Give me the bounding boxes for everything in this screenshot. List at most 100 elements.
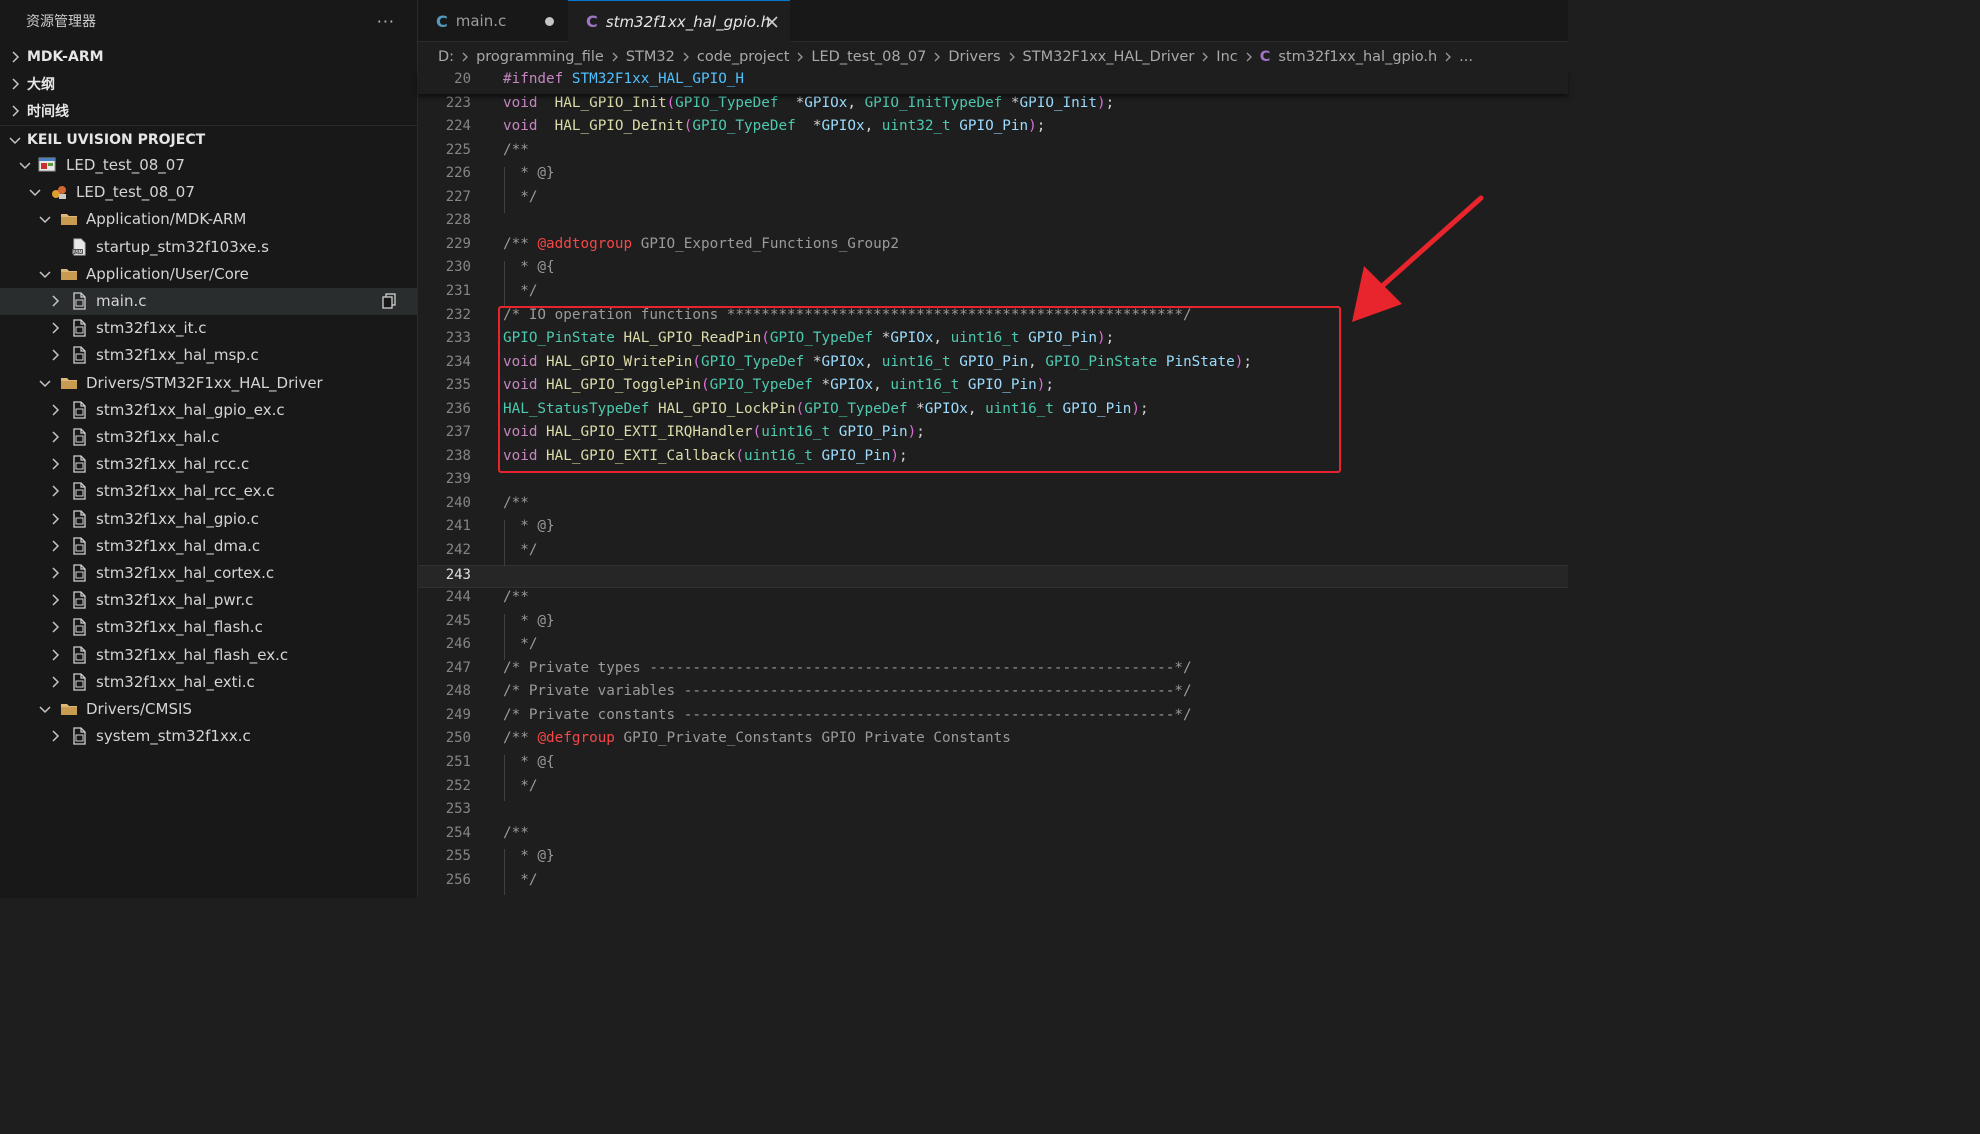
code-line[interactable]: 247 /* Private types --------------------… xyxy=(418,659,1568,683)
chevron-right-icon[interactable] xyxy=(8,104,22,118)
sticky-scroll-line[interactable]: 20 #ifndef STM32F1xx_HAL_GPIO_H xyxy=(418,70,1568,94)
code-line[interactable]: 251 * @{ xyxy=(418,753,1568,777)
chevron-right-icon[interactable] xyxy=(48,294,62,308)
tree-item[interactable]: stm32f1xx_hal_flash.c xyxy=(0,614,417,641)
chevron-right-icon[interactable] xyxy=(48,593,62,607)
breadcrumb-item[interactable]: programming_file xyxy=(476,49,604,65)
tree-item[interactable]: stm32f1xx_hal_msp.c xyxy=(0,342,417,369)
breadcrumb-more[interactable]: ... xyxy=(1459,49,1473,65)
tree-item[interactable]: stm32f1xx_hal_pwr.c xyxy=(0,587,417,614)
code-line[interactable]: 236 HAL_StatusTypeDef HAL_GPIO_LockPin(GP… xyxy=(418,400,1568,424)
code-line[interactable]: 226 * @} xyxy=(418,164,1568,188)
section-header[interactable]: 时间线 xyxy=(0,97,417,124)
chevron-right-icon[interactable] xyxy=(48,430,62,444)
chevron-right-icon[interactable] xyxy=(48,484,62,498)
close-icon[interactable] xyxy=(764,14,780,30)
tree-item[interactable]: stm32f1xx_hal_gpio.c xyxy=(0,506,417,533)
tab-main-c[interactable]: C main.c xyxy=(418,0,568,42)
chevron-down-icon[interactable] xyxy=(38,702,52,716)
code-line[interactable]: 234 void HAL_GPIO_WritePin(GPIO_TypeDef *… xyxy=(418,353,1568,377)
code-line[interactable]: 246 */ xyxy=(418,635,1568,659)
chevron-down-icon[interactable] xyxy=(38,267,52,281)
tree-item[interactable]: LED_test_08_07 xyxy=(0,152,417,179)
tab-stm32f1xx-hal-gpio-h[interactable]: C stm32f1xx_hal_gpio.h xyxy=(568,0,790,42)
code-token: GPIOx xyxy=(924,400,968,417)
more-actions-button[interactable]: ··· xyxy=(377,12,395,31)
code-line[interactable]: 249 /* Private constants ----------------… xyxy=(418,706,1568,730)
code-line[interactable]: 243 xyxy=(418,564,1568,589)
code-line[interactable]: 240 /** xyxy=(418,494,1568,518)
tree-item[interactable]: stm32f1xx_hal_rcc.c xyxy=(0,451,417,478)
code-line[interactable]: 241 * @} xyxy=(418,517,1568,541)
chevron-down-icon[interactable] xyxy=(8,133,22,147)
breadcrumb-item[interactable]: code_project xyxy=(697,49,790,65)
tree-item[interactable]: Application/User/Core xyxy=(0,261,417,288)
code-line[interactable]: 223 void HAL_GPIO_Init(GPIO_TypeDef *GPIO… xyxy=(418,94,1568,118)
tree-item[interactable]: Drivers/STM32F1xx_HAL_Driver xyxy=(0,370,417,397)
code-token: GPIO_Pin xyxy=(959,118,1029,135)
chevron-right-icon[interactable] xyxy=(48,566,62,580)
chevron-right-icon[interactable] xyxy=(48,403,62,417)
chevron-right-icon[interactable] xyxy=(48,321,62,335)
tree-item[interactable]: Application/MDK-ARM xyxy=(0,206,417,233)
code-line[interactable]: 253 xyxy=(418,800,1568,824)
tree-item[interactable]: Drivers/CMSIS xyxy=(0,696,417,723)
chevron-right-icon[interactable] xyxy=(48,729,62,743)
tree-item[interactable]: ASM startup_stm32f103xe.s xyxy=(0,234,417,261)
code-line[interactable]: 238 void HAL_GPIO_EXTI_Callback(uint16_t … xyxy=(418,447,1568,471)
code-line[interactable]: 237 void HAL_GPIO_EXTI_IRQHandler(uint16_… xyxy=(418,423,1568,447)
tree-item-label: stm32f1xx_hal_rcc_ex.c xyxy=(96,482,275,501)
chevron-down-icon[interactable] xyxy=(28,185,42,199)
tree-item[interactable]: stm32f1xx_hal.c xyxy=(0,424,417,451)
tree-item[interactable]: system_stm32f1xx.c xyxy=(0,723,417,750)
code-line[interactable]: 254 /** xyxy=(418,824,1568,848)
breadcrumb-item[interactable]: Drivers xyxy=(948,49,1000,65)
copy-files-icon[interactable] xyxy=(381,293,397,309)
tree-item[interactable]: stm32f1xx_hal_gpio_ex.c xyxy=(0,397,417,424)
chevron-down-icon[interactable] xyxy=(18,158,32,172)
tree-item[interactable]: stm32f1xx_hal_rcc_ex.c xyxy=(0,478,417,505)
section-header[interactable]: 大纲 xyxy=(0,70,417,97)
tree-item[interactable]: stm32f1xx_it.c xyxy=(0,315,417,342)
chevron-right-icon[interactable] xyxy=(8,50,22,64)
chevron-right-icon[interactable] xyxy=(48,648,62,662)
unsaved-dot-icon[interactable] xyxy=(545,17,554,26)
chevron-down-icon[interactable] xyxy=(38,212,52,226)
breadcrumb-item[interactable]: STM32 xyxy=(626,49,675,65)
tree-item[interactable]: stm32f1xx_hal_flash_ex.c xyxy=(0,642,417,669)
breadcrumb-file[interactable]: stm32f1xx_hal_gpio.h xyxy=(1278,49,1437,65)
chevron-right-icon[interactable] xyxy=(48,675,62,689)
tree-item[interactable]: stm32f1xx_hal_dma.c xyxy=(0,533,417,560)
chevron-right-icon[interactable] xyxy=(8,77,22,91)
breadcrumb-item[interactable]: STM32F1xx_HAL_Driver xyxy=(1023,49,1195,65)
tree-item[interactable]: main.c xyxy=(0,288,417,315)
chevron-right-icon[interactable] xyxy=(48,348,62,362)
chevron-right-icon[interactable] xyxy=(48,539,62,553)
code-line[interactable]: 256 */ xyxy=(418,871,1568,895)
code-line[interactable]: 255 * @} xyxy=(418,847,1568,871)
code-line[interactable]: 235 void HAL_GPIO_TogglePin(GPIO_TypeDef … xyxy=(418,376,1568,400)
code-line[interactable]: 252 */ xyxy=(418,777,1568,801)
tree-item[interactable]: stm32f1xx_hal_exti.c xyxy=(0,669,417,696)
tree-item[interactable]: LED_test_08_07 xyxy=(0,179,417,206)
code-line[interactable]: 224 void HAL_GPIO_DeInit(GPIO_TypeDef *GP… xyxy=(418,117,1568,141)
code-line[interactable]: 244 /** xyxy=(418,588,1568,612)
breadcrumb-item[interactable]: LED_test_08_07 xyxy=(811,49,926,65)
code-token: ( xyxy=(761,330,770,347)
code-line[interactable]: 245 * @} xyxy=(418,612,1568,636)
code-line[interactable]: 239 xyxy=(418,470,1568,494)
breadcrumb-item[interactable]: D: xyxy=(438,49,454,65)
code-line[interactable]: 250 /** @defgroup GPIO_Private_Constants … xyxy=(418,729,1568,753)
chevron-right-icon[interactable] xyxy=(48,620,62,634)
breadcrumb-item[interactable]: Inc xyxy=(1216,49,1237,65)
chevron-right-icon[interactable] xyxy=(48,457,62,471)
code-token: GPIO_Pin xyxy=(821,447,891,464)
chevron-down-icon[interactable] xyxy=(38,376,52,390)
section-header[interactable]: KEIL UVISION PROJECT xyxy=(0,125,417,153)
tree-item[interactable]: stm32f1xx_hal_cortex.c xyxy=(0,560,417,587)
section-header[interactable]: MDK-ARM xyxy=(0,43,417,70)
code-line[interactable]: 242 */ xyxy=(418,541,1568,565)
chevron-right-icon[interactable] xyxy=(48,512,62,526)
code-line[interactable]: 225 /** xyxy=(418,141,1568,165)
code-line[interactable]: 248 /* Private variables ----------------… xyxy=(418,682,1568,706)
